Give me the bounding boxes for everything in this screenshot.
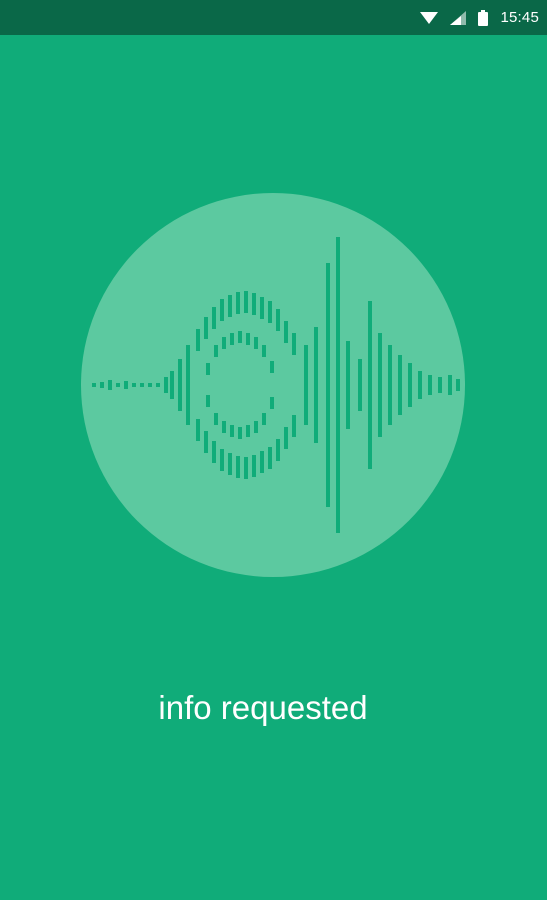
soundwave-bar [228,453,232,475]
soundwave-bar [222,421,226,433]
soundwave-bar [164,377,168,393]
soundwave-bar [238,427,242,439]
soundwave-bar [228,295,232,317]
soundwave-bar [262,345,266,357]
soundwave-bar [230,425,234,437]
soundwave-bar [254,337,258,349]
soundwave-bar [92,383,96,387]
soundwave-bar [270,397,274,409]
soundwave-bar [186,345,190,425]
soundwave-bar [206,395,210,407]
soundwave-bar [284,321,288,343]
soundwave-bar [260,297,264,319]
soundwave-bar [246,425,250,437]
soundwave-bar [262,413,266,425]
status-message: info requested [158,689,368,726]
soundwave-eye-logo-icon [80,192,466,578]
soundwave-bar [204,431,208,453]
soundwave-bar [140,383,144,387]
soundwave-bar [230,333,234,345]
soundwave-bar [398,355,402,415]
soundwave-bar [108,380,112,390]
soundwave-bar [246,333,250,345]
soundwave-bar [236,456,240,478]
soundwave-bar [116,383,120,387]
soundwave-bar [254,421,258,433]
soundwave-bar [252,293,256,315]
soundwave-bar [220,299,224,321]
soundwave-bar [244,291,248,313]
soundwave-bar [222,337,226,349]
soundwave-bar [418,371,422,399]
soundwave-bar [388,345,392,425]
soundwave-bar [260,451,264,473]
soundwave-bar [236,292,240,314]
soundwave-bar [378,333,382,437]
soundwave-bar [220,449,224,471]
soundwave-bar [368,301,372,469]
soundwave-bar [196,419,200,441]
soundwave-bar [124,381,128,389]
soundwave-bar [438,377,442,393]
soundwave-bar [346,341,350,429]
soundwave-bar [170,371,174,399]
battery-icon [478,9,489,26]
soundwave-bar [428,375,432,395]
soundwave-bar [206,363,210,375]
soundwave-bar [268,447,272,469]
status-icons: 15:45 [420,0,539,35]
soundwave-bar [204,317,208,339]
soundwave-bar [212,441,216,463]
soundwave-bar [148,383,152,387]
status-time: 15:45 [500,9,539,26]
logo-circle [81,193,465,577]
soundwave-bar [326,263,330,507]
soundwave-bar [132,383,136,387]
soundwave-bar [212,307,216,329]
soundwave-bar [238,331,242,343]
soundwave-bar [284,427,288,449]
soundwave-bar [292,333,296,355]
soundwave-bar [358,359,362,411]
cellular-signal-icon [450,10,467,25]
soundwave-bar [100,382,104,388]
soundwave-bar [304,345,308,425]
soundwave-bar [408,363,412,407]
soundwave-bar [276,439,280,461]
soundwave-bar [268,301,272,323]
soundwave-bar [214,413,218,425]
status-bar: 15:45 [0,0,547,35]
soundwave-bar [178,359,182,411]
soundwave-bar [276,309,280,331]
soundwave-bar [292,415,296,437]
soundwave-bar [456,379,460,391]
soundwave-bar [244,457,248,479]
soundwave-bar [448,375,452,395]
soundwave-bar [314,327,318,443]
soundwave-bar [196,329,200,351]
soundwave-bar [252,455,256,477]
soundwave-bar [214,345,218,357]
soundwave-bar [336,237,340,533]
soundwave-bar [156,383,160,387]
soundwave-bar [270,361,274,373]
wifi-icon [420,11,439,24]
